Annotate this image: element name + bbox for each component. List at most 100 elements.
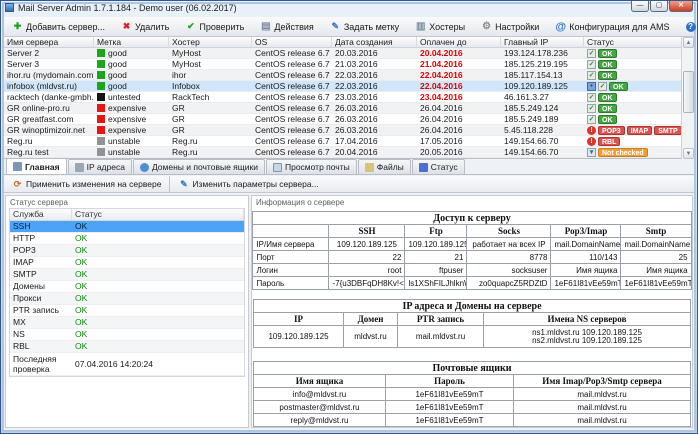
- status-table-header[interactable]: Служба Статус: [10, 209, 244, 221]
- envelope-icon: [273, 163, 282, 172]
- status-row[interactable]: POP3OK: [10, 245, 244, 257]
- minimize-button[interactable]: —: [631, 1, 649, 12]
- label-swatch-good: [97, 82, 105, 90]
- col-service[interactable]: Служба: [10, 209, 72, 220]
- hosters-button[interactable]: ▥Хостеры: [409, 18, 471, 36]
- scrollbar-thumb[interactable]: [683, 71, 694, 113]
- access-value: 109.120.189.125: [329, 238, 405, 251]
- table-row[interactable]: Server 3 good MyHost CentOS release 6.7 …: [4, 59, 694, 70]
- apply-changes-button[interactable]: ⟳Применить изменения на сервере: [6, 177, 167, 192]
- table-row[interactable]: racktech (danke-gmbh.info) untested Rack…: [4, 92, 694, 103]
- server-name: infobox (mldvst.ru): [4, 81, 94, 92]
- server-ip: 185.117.154.13: [501, 70, 584, 81]
- status-row[interactable]: ПроксиOK: [10, 293, 244, 305]
- server-created: 26.03.2016: [332, 125, 417, 136]
- mailbox-password-col: Пароль: [386, 375, 514, 388]
- tab-files[interactable]: Файлы: [358, 159, 411, 174]
- maximize-button[interactable]: ▢: [650, 1, 668, 12]
- table-row[interactable]: GR greatfast.com expensive GR CentOS rel…: [4, 114, 694, 125]
- status-row[interactable]: MXOK: [10, 317, 244, 329]
- help-button[interactable]: ?Справка: [680, 18, 698, 36]
- status-row[interactable]: Последняя проверка07.04.2016 14:20:24: [10, 353, 244, 376]
- status-row[interactable]: SMTPOK: [10, 269, 244, 281]
- table-row[interactable]: Server 2 good MyHost CentOS release 6.7 …: [4, 48, 694, 59]
- ptr-value: mail.mldvst.ru: [398, 326, 484, 348]
- ams-config-icon: @: [555, 21, 566, 32]
- add-server-button[interactable]: ✚Добавить сервер...: [6, 18, 111, 36]
- col-paid[interactable]: Оплачен до: [417, 37, 501, 48]
- delete-button[interactable]: ✖Удалить: [115, 18, 175, 36]
- server-status: ✓OK: [584, 115, 694, 124]
- status-row[interactable]: NSOK: [10, 329, 244, 341]
- set-label-button[interactable]: ✎Задать метку: [324, 18, 405, 36]
- table-row[interactable]: Reg.ru unstable Reg.ru CentOS release 6.…: [4, 136, 694, 147]
- table-scrollbar[interactable]: ▲ ▼: [681, 37, 694, 159]
- label-swatch-untested: [97, 93, 105, 101]
- tab-main[interactable]: Главная: [6, 158, 67, 174]
- table-row[interactable]: GR online-pro.ru expensive GR CentOS rel…: [4, 103, 694, 114]
- service-name: HTTP: [10, 233, 72, 244]
- edit-params-button[interactable]: ✎Изменить параметры сервера...: [172, 177, 324, 192]
- server-paid: 21.04.2016: [417, 59, 501, 70]
- server-label: good: [94, 59, 169, 70]
- status-row-selected[interactable]: SSHOK: [10, 221, 244, 233]
- tab-status[interactable]: Статус: [412, 159, 465, 174]
- check-button[interactable]: ✔Проверить: [179, 18, 250, 36]
- settings-icon: ⚙: [481, 21, 492, 32]
- server-table-header[interactable]: Имя сервера Метка Хостер OS Дата создани…: [4, 37, 694, 48]
- access-value: 1eF61I81vEe59mT: [551, 277, 621, 290]
- tab-mail-view[interactable]: Просмотр почты: [266, 159, 357, 174]
- scroll-up-arrow-icon[interactable]: ▲: [683, 37, 694, 48]
- status-row[interactable]: PTR записьOK: [10, 305, 244, 317]
- server-status-panel: Статус сервера Служба Статус SSHOK HTTPO…: [5, 195, 249, 428]
- col-name[interactable]: Имя сервера: [4, 37, 94, 48]
- scroll-down-arrow-icon[interactable]: ▼: [683, 148, 694, 159]
- ip-icon: [75, 163, 84, 172]
- col-status[interactable]: Статус: [584, 37, 694, 48]
- mailbox-password: 1eF61I81vEe59mT: [386, 401, 514, 414]
- server-status: !POP3IMAPSMTPDomains: [584, 126, 694, 135]
- server-os: CentOS release 6.7 (Final) x: [252, 59, 332, 70]
- server-ip: 149.154.66.70: [501, 147, 584, 158]
- service-name: Домены: [10, 281, 72, 292]
- col-ip[interactable]: Главный IP: [501, 37, 584, 48]
- col-os[interactable]: OS: [252, 37, 332, 48]
- close-button[interactable]: ✕: [669, 1, 693, 12]
- checked-ok-icon: ✓: [587, 71, 596, 80]
- server-hoster: GR: [169, 103, 252, 114]
- col-hoster[interactable]: Хостер: [169, 37, 252, 48]
- table-row[interactable]: ihor.ru (mydomain.com) good ihor CentOS …: [4, 70, 694, 81]
- status-badge: Not checked: [598, 148, 648, 157]
- label-text: good: [108, 70, 127, 80]
- table-row[interactable]: GR winoptimizoir.net expensive GR CentOS…: [4, 125, 694, 136]
- status-row[interactable]: IMAPOK: [10, 257, 244, 269]
- col-status[interactable]: Статус: [72, 209, 244, 220]
- access-value: zo0quapcZ5RDZtD: [467, 277, 551, 290]
- status-row[interactable]: ДоменыOK: [10, 281, 244, 293]
- server-paid: 26.04.2016: [417, 114, 501, 125]
- sub-toolbar: ⟳Применить изменения на сервере ✎Изменит…: [4, 176, 694, 193]
- status-row[interactable]: HTTPOK: [10, 233, 244, 245]
- actions-icon: ▤: [260, 21, 271, 32]
- tab-domains-mailboxes[interactable]: Домены и почтовые ящики: [133, 159, 265, 174]
- settings-label: Настройки: [495, 22, 539, 32]
- table-row-selected[interactable]: infobox (mldvst.ru) good Infobox CentOS …: [4, 81, 694, 92]
- toolbar-separator: [169, 176, 170, 192]
- service-status: OK: [72, 233, 244, 244]
- service-name: Прокси: [10, 293, 72, 304]
- edit-params-label: Изменить параметры сервера...: [192, 179, 318, 189]
- label-swatch-expensive: [97, 115, 105, 123]
- ams-config-button[interactable]: @Конфигурация для AMS: [549, 18, 675, 36]
- status-row[interactable]: RBLOK: [10, 341, 244, 353]
- title-bar[interactable]: Mail Server Admin 1.7.1.184 - Demo user …: [1, 1, 697, 14]
- table-row[interactable]: Reg.ru test unstable Reg.ru CentOS relea…: [4, 147, 694, 158]
- app-window: Mail Server Admin 1.7.1.184 - Demo user …: [0, 0, 698, 434]
- tab-ip-addresses[interactable]: IP адреса: [68, 159, 132, 174]
- col-label[interactable]: Метка: [94, 37, 169, 48]
- server-hoster: Infobox: [169, 81, 252, 92]
- actions-button[interactable]: ▤Действия: [254, 18, 319, 36]
- server-created: 17.04.2016: [332, 136, 417, 147]
- settings-button[interactable]: ⚙Настройки: [475, 18, 545, 36]
- col-created[interactable]: Дата создания: [332, 37, 417, 48]
- server-os: CentOS release 6.7 (Final) x: [252, 147, 332, 158]
